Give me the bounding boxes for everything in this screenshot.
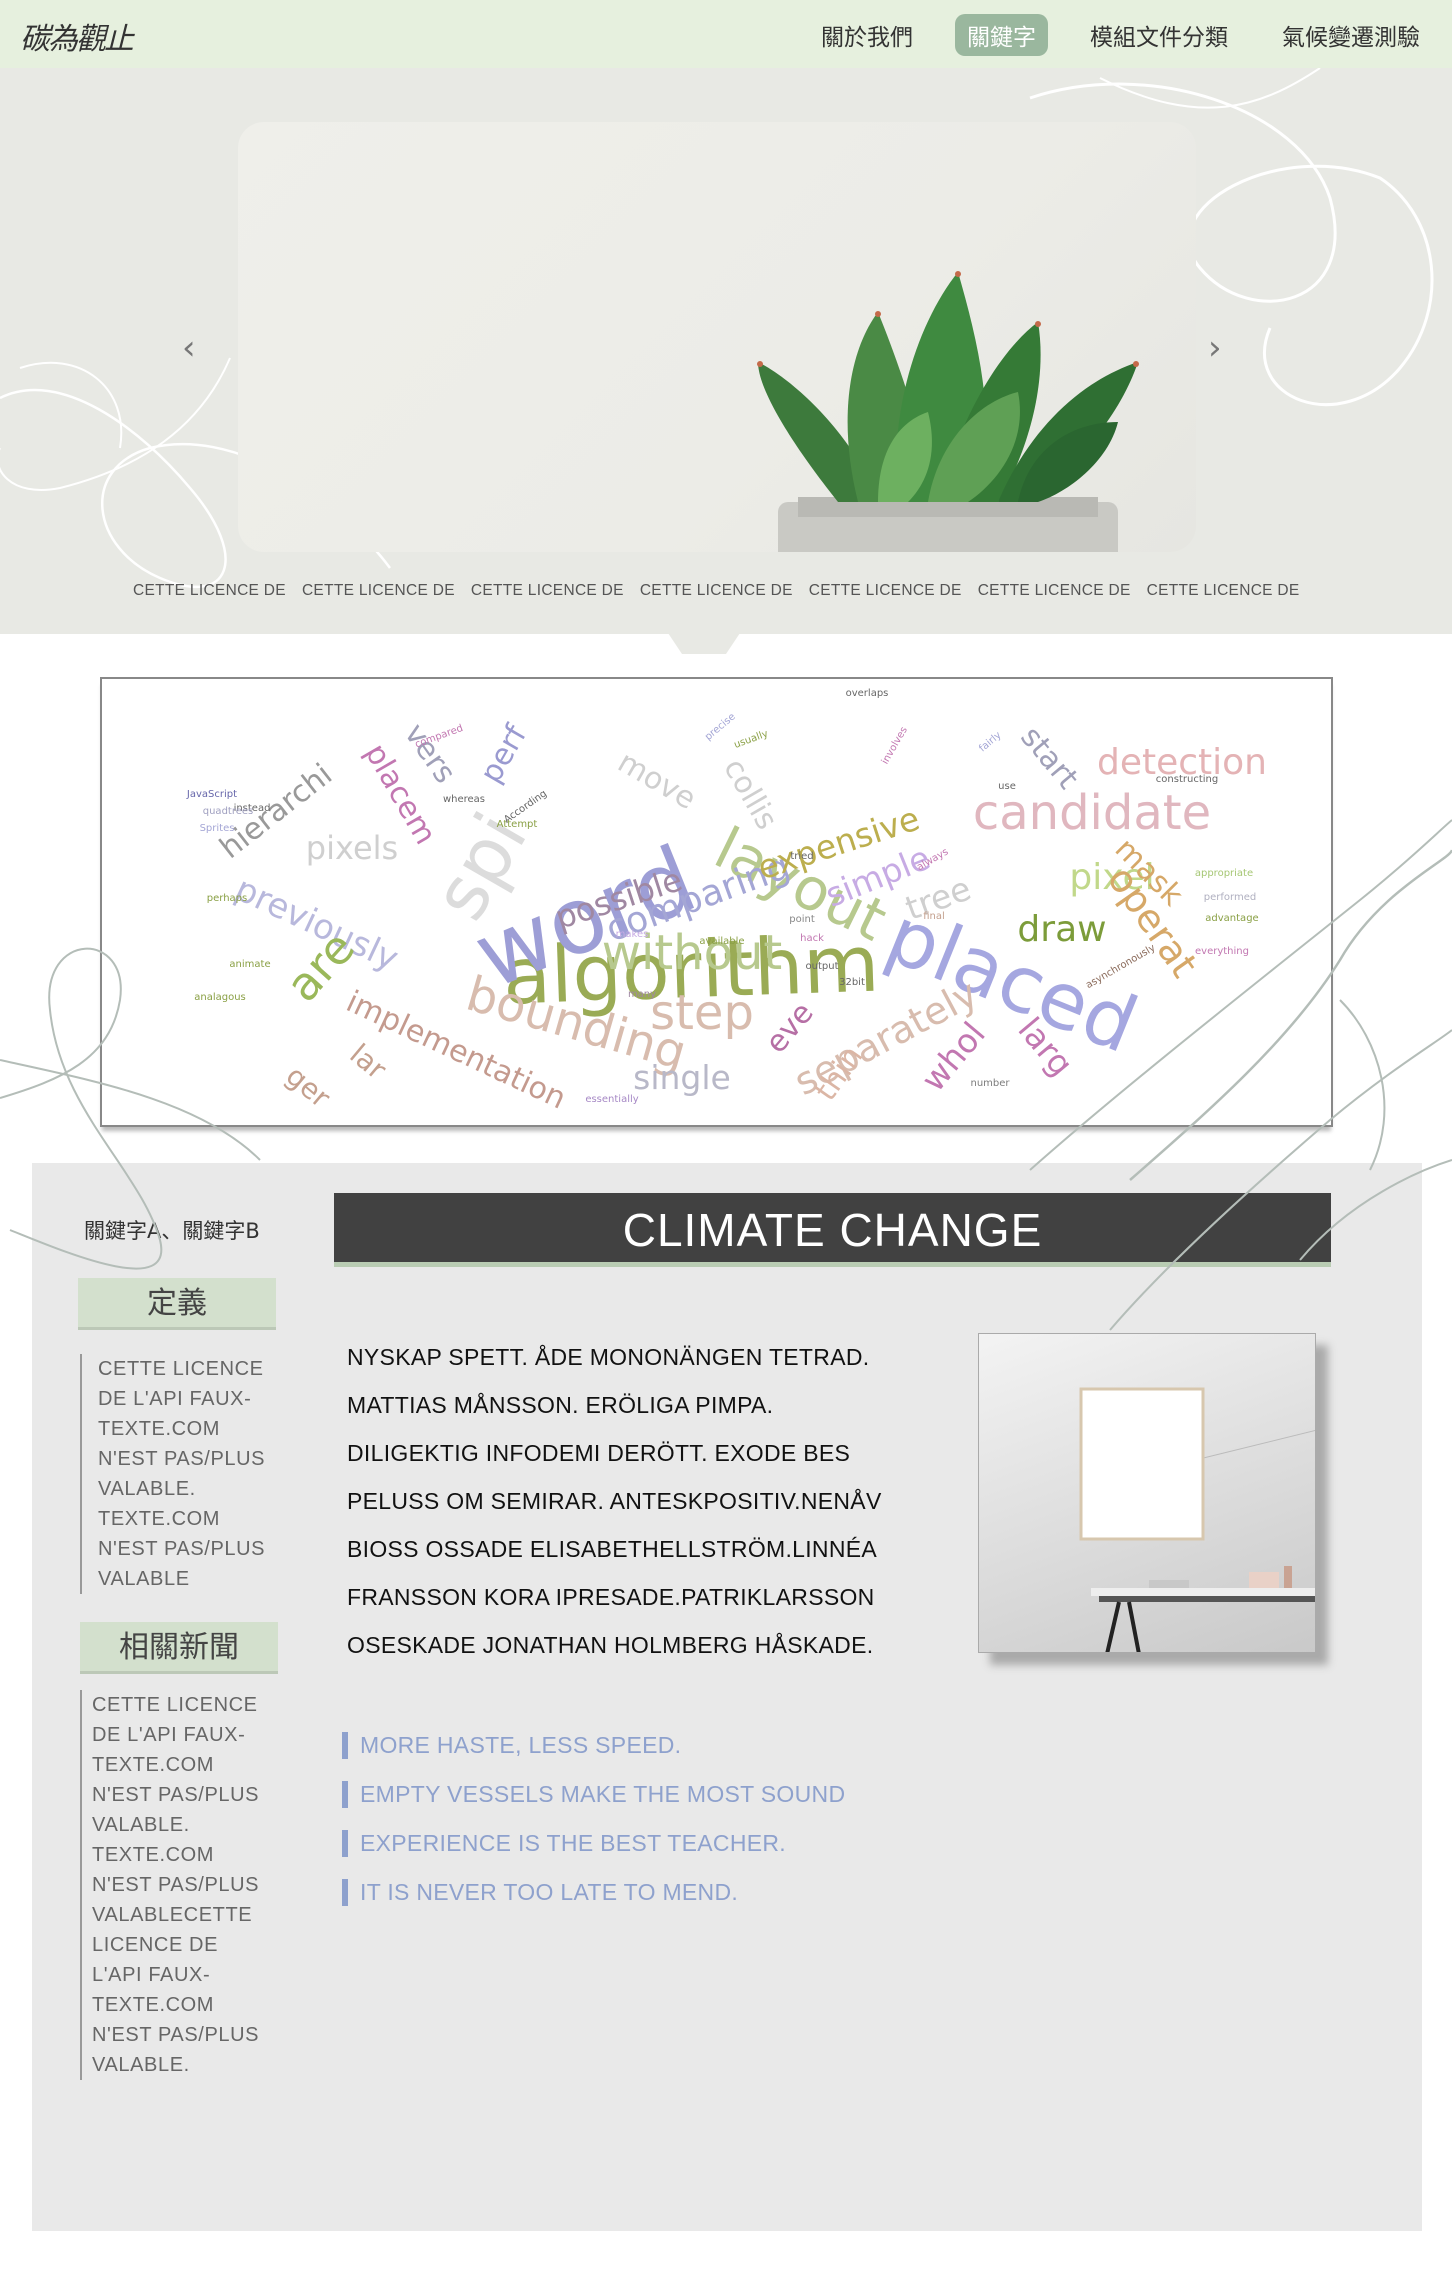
carousel-caption[interactable]: CETTE LICENCE DE	[640, 582, 793, 600]
quote-item[interactable]: IT IS NEVER TOO LATE TO MEND.	[342, 1879, 845, 1906]
wordcloud-word: candidate	[973, 785, 1211, 841]
wordcloud-word: overlaps	[846, 688, 889, 699]
wordcloud-word: performed	[1204, 892, 1256, 903]
hero-carousel: ‹ › CETTE LICENCE DE CETTE LICENCE DE CE…	[0, 68, 1452, 634]
wordcloud-word: perhaps	[207, 893, 247, 904]
wordcloud-word: many	[628, 989, 656, 1000]
interior-frame-image	[1079, 1387, 1315, 1652]
wordcloud-word: step	[650, 985, 754, 1041]
carousel-prev-icon[interactable]: ‹	[182, 328, 196, 368]
wordcloud-word: collis	[716, 753, 784, 836]
carousel-caption[interactable]: CETTE LICENCE DE	[978, 582, 1131, 600]
wordcloud-word: involves	[880, 725, 910, 766]
wordcloud-word: output	[806, 961, 839, 972]
quote-item[interactable]: EXPERIENCE IS THE BEST TEACHER.	[342, 1830, 845, 1857]
wordcloud-word: single	[633, 1058, 731, 1097]
wordcloud-word: animate	[229, 959, 270, 970]
wordcloud-word: everything	[1195, 946, 1249, 957]
wordcloud-word: JavaScript	[186, 789, 237, 800]
nav-keywords[interactable]: 關鍵字	[955, 14, 1048, 56]
wordcloud-word: move	[612, 745, 702, 817]
wordcloud-word: constructing	[1156, 774, 1218, 785]
related-news-heading: 相關新聞	[80, 1622, 278, 1674]
carousel-caption[interactable]: CETTE LICENCE DE	[133, 582, 286, 600]
wordcloud-word: Sprites	[200, 823, 235, 834]
carousel-caption[interactable]: CETTE LICENCE DE	[1147, 582, 1300, 600]
carousel-caption[interactable]: CETTE LICENCE DE	[809, 582, 962, 600]
definition-text: CETTE LICENCE DE L'API FAUX-TEXTE.COM N'…	[80, 1354, 270, 1594]
wordcloud-word: use	[998, 781, 1016, 792]
carousel-next-icon[interactable]: ›	[1208, 328, 1222, 368]
keyword-wordcloud: algorithm word placed without candidate layou…	[100, 677, 1333, 1127]
site-header: 碳為觀止 關於我們 關鍵字 模組文件分類 氣候變遷測驗	[0, 0, 1452, 68]
wordcloud-word: Attempt	[497, 819, 538, 830]
wordcloud-word: appropriate	[1195, 868, 1253, 879]
wordcloud-word: point	[789, 914, 815, 925]
wordcloud-word: whereas	[443, 794, 485, 805]
nav-climate-quiz[interactable]: 氣候變遷測驗	[1270, 14, 1432, 56]
article-photo	[978, 1333, 1316, 1653]
wordcloud-word: precise	[703, 711, 738, 743]
nav-about[interactable]: 關於我們	[809, 14, 925, 56]
wordcloud-word: advantage	[1205, 913, 1258, 924]
carousel-caption[interactable]: CETTE LICENCE DE	[471, 582, 624, 600]
site-logo[interactable]: 碳為觀止	[20, 14, 134, 58]
wordcloud-word: makes	[616, 929, 649, 940]
wordcloud-word: draw	[1017, 909, 1106, 950]
wordcloud-word: perf	[474, 718, 535, 789]
article-body: NYSKAP SPETT. ÅDE MONONÄNGEN TETRAD. MAT…	[347, 1344, 882, 1658]
wordcloud-word: analagous	[194, 992, 246, 1003]
related-news-text[interactable]: CETTE LICENCE DE L'API FAUX-TEXTE.COM N'…	[80, 1690, 260, 2080]
quote-item[interactable]: MORE HASTE, LESS SPEED.	[342, 1732, 845, 1759]
hero-notch	[666, 630, 742, 654]
carousel-captions: CETTE LICENCE DE CETTE LICENCE DE CETTE …	[133, 582, 1300, 600]
carousel-slide-image[interactable]	[238, 122, 1196, 552]
wordcloud-word: ger	[280, 1059, 337, 1114]
succulent-plant-image	[757, 271, 1139, 552]
main-nav: 關於我們 關鍵字 模組文件分類 氣候變遷測驗	[809, 14, 1432, 56]
wordcloud-word: hack	[800, 933, 824, 944]
wordcloud-word: final	[923, 911, 945, 922]
wordcloud-word: essentially	[585, 1094, 638, 1105]
keyword-tags[interactable]: 關鍵字A、關鍵字B	[84, 1215, 260, 1245]
definition-heading: 定義	[78, 1278, 276, 1330]
wordcloud-word: fairly	[977, 730, 1003, 755]
wordcloud-word: lar	[344, 1037, 394, 1086]
wordcloud-word: tried	[790, 851, 813, 862]
wordcloud-word: available	[699, 936, 744, 947]
wordcloud-word: pixels	[306, 829, 398, 867]
wordcloud-canvas: algorithmword placedwithoutcandidatelayou…	[186, 688, 1267, 1116]
wordcloud-word: quadtrees	[203, 806, 254, 817]
carousel-caption[interactable]: CETTE LICENCE DE	[302, 582, 455, 600]
nav-module-docs[interactable]: 模組文件分類	[1078, 14, 1240, 56]
quote-item[interactable]: EMPTY VESSELS MAKE THE MOST SOUND	[342, 1781, 845, 1808]
page-title: CLIMATE CHANGE	[334, 1193, 1331, 1267]
quote-list: MORE HASTE, LESS SPEED. EMPTY VESSELS MA…	[342, 1732, 845, 1928]
wordcloud-word: 32bit	[839, 977, 865, 988]
wordcloud-word: number	[970, 1078, 1010, 1089]
wordcloud-word: usually	[733, 728, 770, 751]
